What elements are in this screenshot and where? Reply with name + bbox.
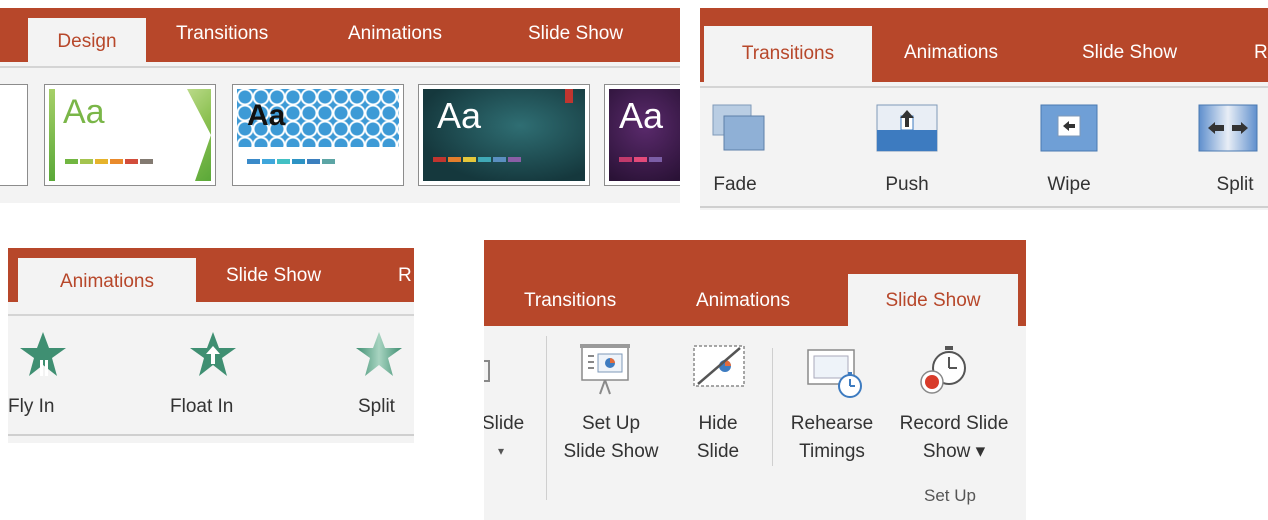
animation-label: Fly In xyxy=(8,396,55,417)
tab-transitions[interactable]: Transitions xyxy=(704,26,872,82)
tab-review-partial[interactable]: R xyxy=(398,265,412,287)
button-label-line1: Hide xyxy=(698,413,738,434)
tab-slide-show[interactable]: Slide Show xyxy=(226,265,321,287)
transition-label: Push xyxy=(885,174,929,195)
transition-label: Fade xyxy=(713,174,757,195)
button-label-line2: Slide Show xyxy=(563,441,659,462)
tab-slide-show[interactable]: Slide Show xyxy=(1082,42,1177,64)
ribbon-divider xyxy=(700,86,1268,88)
design-ribbon-panel: Design Transitions Animations Slide Show… xyxy=(0,8,680,203)
group-separator xyxy=(772,348,773,466)
transition-label: Split xyxy=(1216,174,1254,195)
tab-review-partial[interactable]: R xyxy=(1254,42,1268,64)
button-label-line2: Timings xyxy=(799,441,865,462)
theme-thumbnail-dark-teal[interactable]: Aa xyxy=(418,84,590,186)
theme-color-swatches xyxy=(247,159,335,164)
button-label-line1: Rehearse xyxy=(790,413,874,434)
hide-slide-icon xyxy=(693,345,745,387)
theme-thumbnail-green[interactable]: Aa xyxy=(44,84,216,186)
float-in-star-icon xyxy=(190,332,236,376)
theme-preview-text: Aa xyxy=(619,95,664,136)
theme-preview-text: Aa xyxy=(247,99,286,132)
tab-design[interactable]: Design xyxy=(28,18,146,62)
ribbon-divider xyxy=(8,314,414,316)
tab-transitions[interactable]: Transitions xyxy=(524,290,616,312)
theme-color-swatches xyxy=(433,157,521,162)
theme-preview-text: Aa xyxy=(437,95,482,136)
theme-thumbnail-purple[interactable]: Aa xyxy=(604,84,680,186)
theme-thumbnail-partial[interactable] xyxy=(0,84,28,186)
ribbon-tab-bar: Design Transitions Animations Slide Show xyxy=(0,8,680,62)
tab-transitions[interactable]: Transitions xyxy=(176,23,268,45)
fly-in-star-icon xyxy=(20,332,66,376)
theme-preview-text: Aa xyxy=(63,93,105,131)
theme-color-swatches xyxy=(619,157,662,162)
theme-color-swatches xyxy=(65,159,153,164)
slide-show-ribbon-panel: Transitions Animations Slide Show Slide … xyxy=(484,240,1026,520)
ribbon-tab-bar: Transitions Animations Slide Show R xyxy=(700,8,1268,82)
tab-animations[interactable]: Animations xyxy=(18,258,196,302)
tab-slide-show[interactable]: Slide Show xyxy=(848,274,1018,326)
tab-slide-show[interactable]: Slide Show xyxy=(528,23,623,45)
button-label-line1: Record Slide xyxy=(899,413,1009,434)
transition-label: Wipe xyxy=(1047,174,1091,195)
set-up-slide-show-icon xyxy=(580,344,630,395)
transitions-ribbon-panel: Transitions Animations Slide Show R Fade… xyxy=(700,8,1268,210)
button-label-line2: Slide xyxy=(696,441,740,462)
button-label-line2: Show ▾ xyxy=(922,441,986,462)
fade-icon xyxy=(712,104,765,151)
tab-animations[interactable]: Animations xyxy=(696,290,790,312)
slide-icon-partial xyxy=(484,360,490,382)
animation-label: Split xyxy=(358,396,395,417)
ribbon-divider xyxy=(0,66,680,68)
theme-thumbnail-blue-pattern[interactable]: Aa xyxy=(232,84,404,186)
ribbon-tab-bar: Animations Slide Show R xyxy=(8,248,414,302)
tab-animations[interactable]: Animations xyxy=(348,23,442,45)
ribbon-tab-bar: Transitions Animations Slide Show xyxy=(484,240,1026,326)
record-slide-show-icon xyxy=(920,346,966,394)
split-icon xyxy=(1198,104,1258,152)
animation-label: Float In xyxy=(170,396,234,417)
ribbon-bottom-border xyxy=(8,434,414,436)
dropdown-arrow-icon: ▾ xyxy=(498,444,505,458)
ribbon-bottom-border xyxy=(700,206,1268,208)
wipe-icon xyxy=(1040,104,1098,152)
group-separator xyxy=(546,336,547,500)
group-label-set-up: Set Up xyxy=(924,486,976,505)
button-label: Slide xyxy=(484,413,525,434)
tab-animations[interactable]: Animations xyxy=(904,42,998,64)
push-icon xyxy=(876,104,938,152)
rehearse-timings-icon xyxy=(807,349,862,398)
button-label-line1: Set Up xyxy=(581,413,641,434)
animations-ribbon-panel: Animations Slide Show R Fly In Float In … xyxy=(8,248,414,443)
split-star-icon xyxy=(356,332,402,376)
